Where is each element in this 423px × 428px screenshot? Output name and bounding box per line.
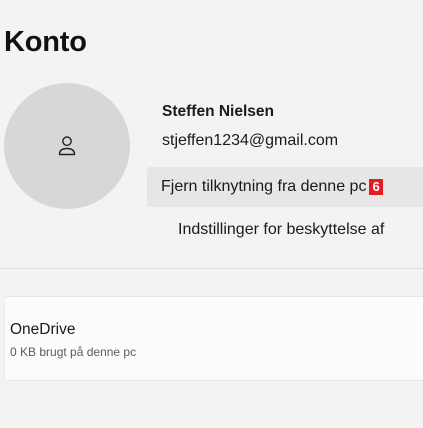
avatar: [4, 83, 130, 209]
disconnect-button[interactable]: Fjern tilknytning fra denne pc 6: [147, 167, 423, 207]
onedrive-title: OneDrive: [10, 321, 76, 338]
section-divider: [0, 268, 423, 269]
protection-settings-link[interactable]: Indstillinger for beskyttelse af: [178, 221, 384, 239]
person-icon: [58, 136, 76, 156]
account-email: stjeffen1234@gmail.com: [162, 132, 339, 149]
page-title: Konto: [4, 26, 87, 58]
disconnect-button-label: Fjern tilknytning fra denne pc: [161, 178, 367, 195]
onedrive-usage: 0 KB brugt på denne pc: [10, 345, 137, 359]
step-badge: 6: [369, 179, 383, 195]
account-name: Steffen Nielsen: [162, 103, 274, 120]
onedrive-card[interactable]: OneDrive 0 KB brugt på denne pc: [4, 296, 423, 381]
